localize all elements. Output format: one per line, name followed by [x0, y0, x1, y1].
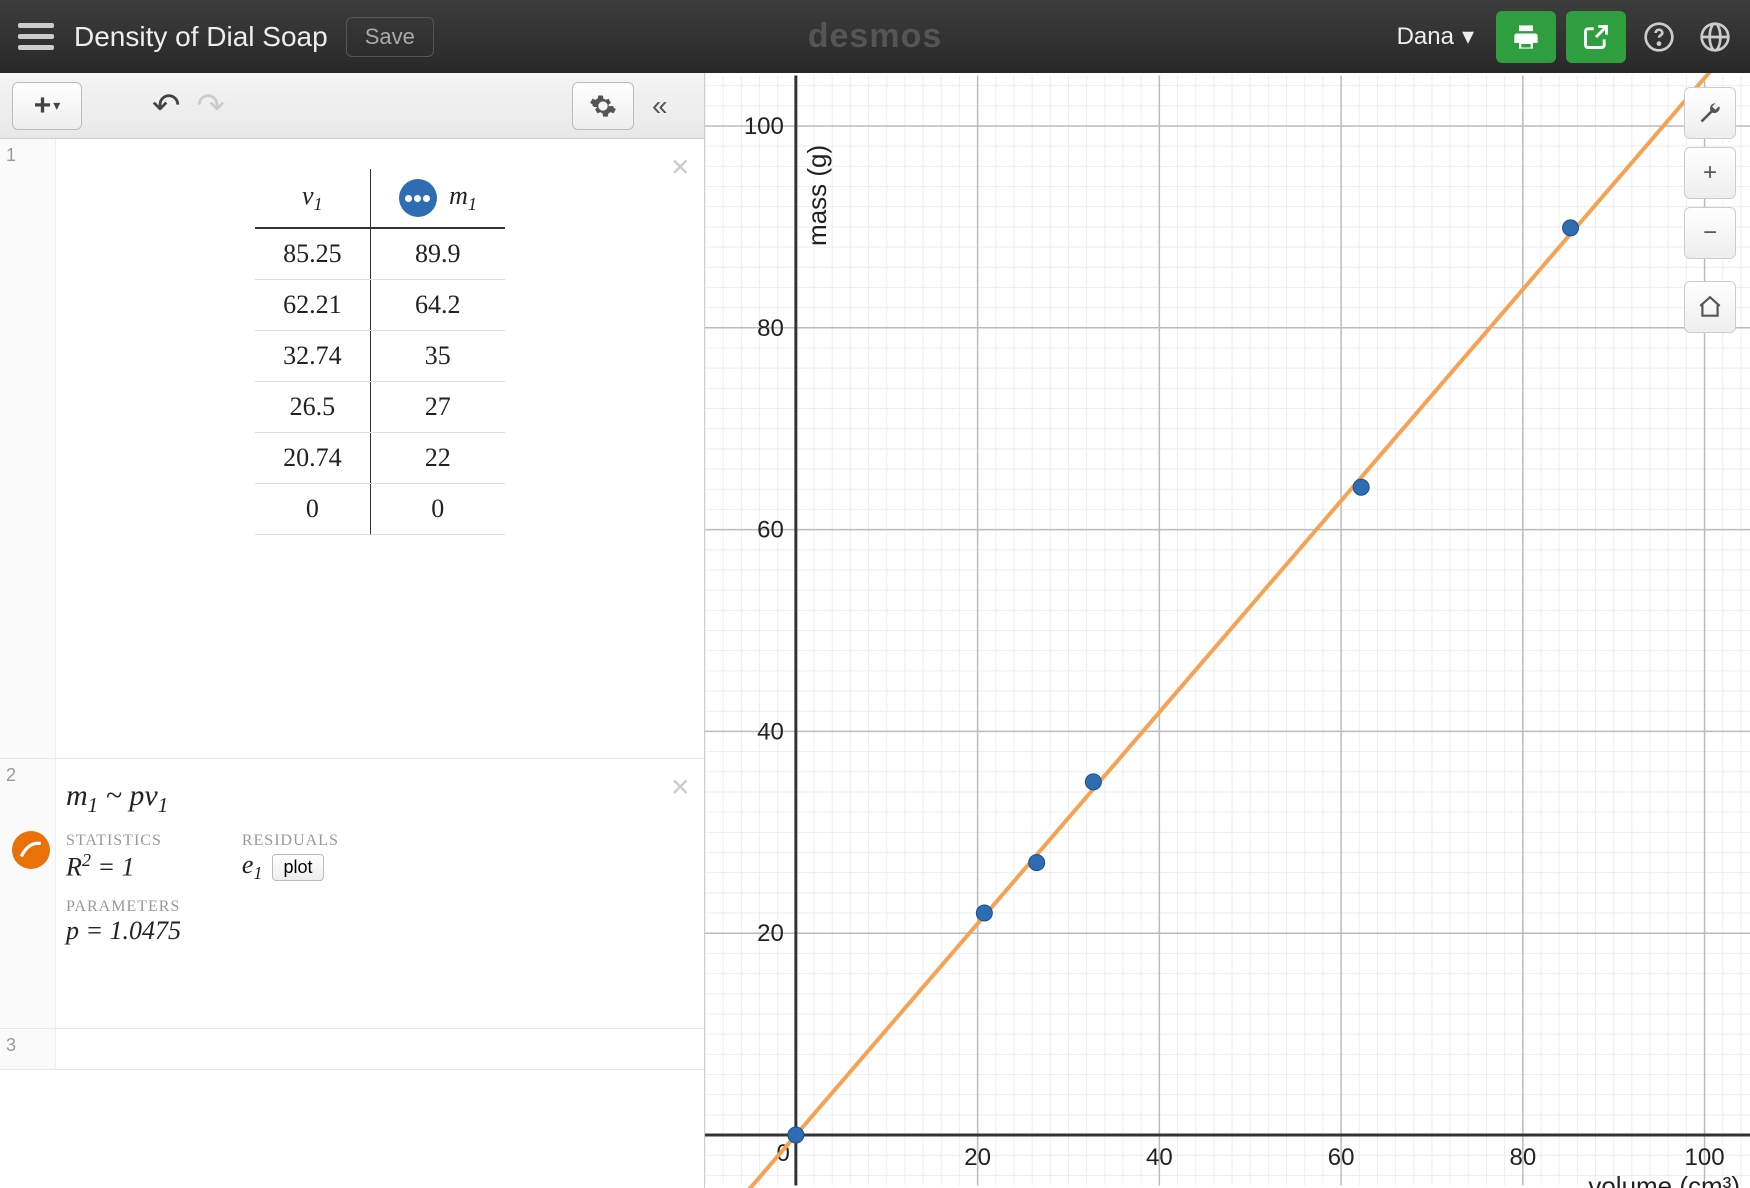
zoom-out-button[interactable]: − — [1684, 207, 1736, 259]
plot-residuals-button[interactable]: plot — [272, 854, 323, 881]
minus-icon: − — [1703, 219, 1717, 247]
chevron-down-icon: ▾ — [1462, 22, 1474, 51]
table-row[interactable]: 00 — [255, 484, 505, 535]
graph-title[interactable]: Density of Dial Soap — [74, 21, 328, 53]
table-header-m1[interactable]: m1 — [370, 169, 505, 228]
parameters-heading: PARAMETERS — [66, 898, 680, 916]
add-expression-button[interactable]: + ▾ — [12, 82, 82, 130]
svg-text:40: 40 — [1146, 1144, 1173, 1171]
series-color-icon[interactable] — [399, 179, 437, 217]
help-button[interactable] — [1636, 14, 1682, 60]
user-name: Dana — [1397, 23, 1454, 51]
chart-canvas[interactable]: 02040608010020406080100volume (cm³)mass … — [705, 73, 1750, 1188]
globe-icon — [1699, 21, 1731, 53]
wrench-icon — [1697, 100, 1723, 126]
gear-icon — [589, 92, 617, 120]
data-point[interactable] — [1085, 774, 1101, 790]
graph-tools: + − — [1684, 87, 1736, 333]
zoom-in-button[interactable]: + — [1684, 147, 1736, 199]
svg-text:mass (g): mass (g) — [802, 145, 832, 246]
save-button[interactable]: Save — [346, 17, 434, 57]
table-header-v1[interactable]: v1 — [255, 169, 370, 228]
data-point[interactable] — [1563, 220, 1579, 236]
graph-pane[interactable]: + − 02040608010020406080100volume (cm³)m… — [705, 73, 1750, 1188]
regression-icon[interactable] — [12, 831, 50, 869]
svg-text:80: 80 — [757, 315, 784, 342]
svg-text:100: 100 — [744, 113, 784, 140]
svg-text:20: 20 — [964, 1144, 991, 1171]
delete-expression-button[interactable]: × — [671, 149, 690, 187]
undo-button[interactable]: ↶ — [152, 86, 181, 126]
plus-icon: + — [34, 89, 52, 123]
delete-expression-button[interactable]: × — [671, 769, 690, 807]
svg-text:40: 40 — [757, 718, 784, 745]
expression-number: 2 — [0, 759, 56, 1028]
user-menu[interactable]: Dana ▾ — [1397, 22, 1474, 51]
settings-button[interactable] — [572, 82, 634, 130]
print-icon — [1512, 23, 1540, 51]
svg-text:volume (cm³): volume (cm³) — [1588, 1171, 1740, 1188]
home-icon — [1697, 294, 1723, 320]
home-button[interactable] — [1684, 281, 1736, 333]
expression-number: 1 — [0, 139, 56, 758]
parameter-value: p = 1.0475 — [66, 916, 680, 946]
residual-variable: e1 — [242, 850, 263, 884]
share-button[interactable] — [1566, 11, 1626, 63]
svg-text:60: 60 — [1328, 1144, 1355, 1171]
plus-icon: + — [1703, 159, 1717, 187]
r-squared-value: R2 = 1 — [66, 850, 162, 883]
help-icon — [1643, 21, 1675, 53]
print-button[interactable] — [1496, 11, 1556, 63]
svg-text:80: 80 — [1509, 1144, 1536, 1171]
data-point[interactable] — [976, 905, 992, 921]
statistics-heading: STATISTICS — [66, 832, 162, 850]
table-body: 85.2589.9 62.2164.2 32.7435 26.527 20.74… — [255, 228, 505, 535]
expression-1[interactable]: 1 × v1 m1 — [0, 139, 704, 759]
table-row[interactable]: 85.2589.9 — [255, 228, 505, 280]
top-header: Density of Dial Soap Save desmos Dana ▾ — [0, 0, 1750, 73]
expression-3[interactable]: 3 — [0, 1029, 704, 1070]
table-row[interactable]: 62.2164.2 — [255, 280, 505, 331]
data-table[interactable]: v1 m1 85.2589.9 62.2164.2 — [255, 169, 505, 535]
expression-number: 3 — [0, 1029, 56, 1069]
redo-button[interactable]: ↷ — [197, 86, 226, 126]
svg-text:100: 100 — [1685, 1144, 1725, 1171]
table-row[interactable]: 26.527 — [255, 382, 505, 433]
expression-sidebar: + ▾ ↶ ↷ « 1 × — [0, 73, 705, 1188]
table-row[interactable]: 32.7435 — [255, 331, 505, 382]
svg-text:20: 20 — [757, 920, 784, 947]
table-row[interactable]: 20.7422 — [255, 433, 505, 484]
menu-icon[interactable] — [12, 13, 60, 61]
expression-list: 1 × v1 m1 — [0, 139, 704, 1188]
data-point[interactable] — [788, 1127, 804, 1143]
language-button[interactable] — [1692, 14, 1738, 60]
data-point[interactable] — [1353, 479, 1369, 495]
residuals-heading: RESIDUALS — [242, 832, 339, 850]
data-point[interactable] — [1029, 855, 1045, 871]
wrench-button[interactable] — [1684, 87, 1736, 139]
chevron-down-icon: ▾ — [53, 97, 60, 114]
collapse-sidebar-button[interactable]: « — [652, 90, 692, 122]
share-icon — [1582, 23, 1610, 51]
svg-text:60: 60 — [757, 517, 784, 544]
sidebar-toolbar: + ▾ ↶ ↷ « — [0, 73, 704, 139]
desmos-logo: desmos — [808, 17, 943, 56]
expression-2[interactable]: 2 × m1 ~ pv1 STATISTICS R2 = 1 — [0, 759, 704, 1029]
